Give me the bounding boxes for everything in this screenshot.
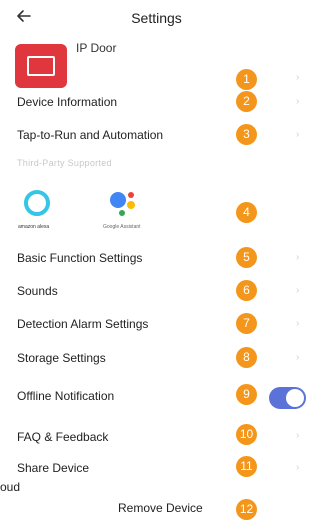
badge-10: 10: [236, 424, 257, 445]
row-offline-notification: Offline Notification: [17, 389, 115, 403]
google-assistant-caption: Google Assistant: [103, 224, 141, 230]
badge-1: 1: [236, 69, 257, 90]
chevron-right-icon: ›: [296, 129, 300, 140]
row-share-device[interactable]: Share Device: [17, 461, 89, 475]
chevron-right-icon: ›: [296, 252, 300, 263]
device-tile-icon: [15, 44, 67, 88]
chevron-right-icon: ›: [296, 72, 300, 83]
row-basic-function[interactable]: Basic Function Settings: [17, 251, 142, 265]
row-tap-to-run[interactable]: Tap-to-Run and Automation: [17, 128, 163, 142]
badge-4: 4: [236, 202, 257, 223]
row-sounds[interactable]: Sounds: [17, 284, 58, 298]
badge-2: 2: [236, 91, 257, 112]
row-device-information[interactable]: Device Information: [17, 95, 117, 109]
offline-notification-toggle[interactable]: [269, 387, 306, 409]
badge-7: 7: [236, 313, 257, 334]
chevron-right-icon: ›: [296, 352, 300, 363]
alexa-icon[interactable]: [24, 190, 50, 216]
badge-9: 9: [236, 384, 257, 405]
toggle-knob: [286, 389, 304, 407]
section-hint: Third-Party Supported: [17, 158, 112, 168]
cloud-text-fragment: oud: [0, 480, 21, 494]
device-name: IP Door: [76, 41, 117, 55]
chevron-right-icon: ›: [296, 285, 300, 296]
badge-5: 5: [236, 247, 257, 268]
chevron-right-icon: ›: [296, 96, 300, 107]
google-assistant-icon[interactable]: [108, 189, 142, 219]
badge-12: 12: [236, 499, 257, 520]
row-faq-feedback[interactable]: FAQ & Feedback: [17, 430, 108, 444]
remove-device-button[interactable]: Remove Device: [118, 501, 203, 515]
page-title: Settings: [131, 10, 182, 26]
badge-11: 11: [236, 456, 257, 477]
badge-3: 3: [236, 124, 257, 145]
row-detection-alarm[interactable]: Detection Alarm Settings: [17, 317, 148, 331]
badge-6: 6: [236, 280, 257, 301]
badge-8: 8: [236, 347, 257, 368]
chevron-right-icon: ›: [296, 318, 300, 329]
row-storage[interactable]: Storage Settings: [17, 351, 106, 365]
alexa-caption: amazon alexa: [18, 224, 50, 230]
chevron-right-icon: ›: [296, 430, 300, 441]
chevron-right-icon: ›: [296, 462, 300, 473]
